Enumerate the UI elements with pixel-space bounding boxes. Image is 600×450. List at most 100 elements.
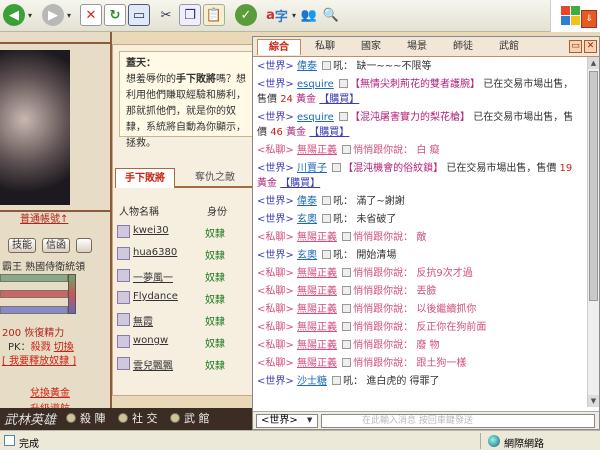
message-user[interactable]: esquire [297,112,334,123]
message-user[interactable]: 沙士糖 [297,376,327,387]
tab-enemies[interactable]: 奪仇之敵 [185,168,245,188]
user-menu-icon[interactable] [342,286,352,295]
close-icon[interactable]: ✕ [584,40,597,53]
message-channel: <私聊> [257,286,294,297]
user-menu-icon[interactable] [322,61,332,70]
refresh-icon[interactable]: ↻ [104,4,126,26]
chat-scrollbar[interactable]: ▲ ▼ [587,57,599,407]
user-menu-icon[interactable] [332,376,342,385]
buy-link[interactable]: 【購買】 [319,94,359,105]
message-user[interactable]: 無陽正義 [297,286,337,297]
message-user[interactable]: 玄奧 [297,250,317,261]
back-dropdown-icon[interactable]: ▾ [25,4,35,26]
message-item[interactable]: 【混沌機會的俗紋鎖】 [343,163,443,174]
list-item[interactable]: 雲兒飄飄 奴隸 [117,355,263,375]
message-user[interactable]: 無陽正義 [297,268,337,279]
stop-icon[interactable]: ✕ [80,4,102,26]
user-menu-icon[interactable] [322,196,332,205]
tab-guild[interactable]: 武館 [487,39,531,55]
skill-button[interactable]: 技能 [8,238,36,253]
list-item[interactable]: wongw 奴隸 [117,333,263,353]
user-menu-icon[interactable] [342,358,352,367]
user-menu-icon[interactable] [339,112,349,121]
message-channel: <私聊> [257,145,294,156]
scroll-up-icon[interactable]: ▲ [588,57,599,69]
zone-text: 網際網路 [504,439,544,450]
list-item[interactable]: kwei30 奴隸 [117,223,263,243]
user-menu-icon[interactable] [342,340,352,349]
message-user[interactable]: 玄奧 [297,214,317,225]
release-slave-link[interactable]: [ 我要釋放奴隸 ] [2,352,76,367]
person-icon [117,335,130,348]
chat-message: <世界> 偉泰 吼： 缺一~~~不限等 [257,59,583,74]
notice-text: 想羞辱你的手下敗將嗎？想利用他們賺取經驗和勝利，那就抓他們，就是你的奴隸，系統將… [126,74,246,149]
translate-icon[interactable]: a字 [264,4,290,26]
exchange-gold-link[interactable]: 兌換黃金 [30,384,70,399]
user-menu-icon[interactable] [322,214,332,223]
account-link[interactable]: 普通帳號↑ [20,210,68,225]
paste-icon[interactable]: 📋 [203,4,225,26]
message-user[interactable]: 偉泰 [297,196,317,207]
user-menu-icon[interactable] [342,304,352,313]
message-item[interactable]: 【混沌屠害實力的梨花槍】 [350,112,470,123]
user-menu-icon[interactable] [332,163,342,172]
buy-link[interactable]: 【購買】 [309,127,349,138]
user-menu-icon[interactable] [342,322,352,331]
message-user[interactable]: 無陽正義 [297,304,337,315]
message-channel: <世界> [257,61,294,72]
buy-link[interactable]: 【購買】 [280,178,320,189]
message-user[interactable]: esquire [297,79,334,90]
list-item[interactable]: 一夢風一 奴隸 [117,267,263,287]
tab-general[interactable]: 綜合 [257,39,301,55]
copy-icon[interactable]: ❐ [179,4,201,26]
messenger-icon[interactable]: 👥 [298,4,320,26]
person-icon [117,247,130,260]
channel-dropdown-icon[interactable]: ▼ [307,416,312,424]
message-channel: <世界> [257,250,294,261]
message-item[interactable]: 【無情尖刺荊花的雙者護腕】 [350,79,480,90]
minimize-icon[interactable]: ▭ [569,40,582,53]
list-item[interactable]: Flydance 奴隸 [117,289,263,309]
circle-icon [66,413,76,423]
message-input[interactable]: 在此輸入消息 按回車鍵發送 [321,414,595,428]
tab-scene[interactable]: 場景 [395,39,439,55]
tab-master[interactable]: 師徒 [441,39,485,55]
user-menu-icon[interactable] [339,79,349,88]
message-user[interactable]: 無陽正義 [297,322,337,333]
scroll-down-icon[interactable]: ▼ [588,395,599,407]
cut-icon[interactable]: ✂ [155,4,177,26]
chat-message: <私聊> 無陽正義 悄悄跟你說： 反抗9次才過 [257,266,583,281]
download-arrow-icon[interactable]: ⇓ [581,10,597,28]
person-icon [117,357,130,370]
user-menu-icon[interactable] [342,232,352,241]
message-user[interactable]: 無陽正義 [297,145,337,156]
message-user[interactable]: 無陽正義 [297,340,337,351]
globe-icon[interactable]: ✓ [235,4,257,26]
list-item[interactable]: hua6380 奴隸 [117,245,263,265]
slave-panel: 蓋天： 想羞辱你的手下敗將嗎？想利用他們賺取經驗和勝利，那就抓他們，就是你的奴隸… [112,44,262,396]
menu-battle[interactable]: 殺 陣 [66,411,106,427]
list-item[interactable]: 無霞 奴隸 [117,311,263,331]
mail-button[interactable]: 信函 [42,238,70,253]
message-user[interactable]: 無陽正義 [297,358,337,369]
message-user[interactable]: 偉泰 [297,61,317,72]
message-user[interactable]: 川賈子 [297,163,327,174]
bar-end-icon [68,274,76,314]
scroll-thumb[interactable] [589,71,598,301]
menu-social[interactable]: 社 交 [118,411,158,427]
forward-icon[interactable]: ▶ [42,4,64,26]
extra-button[interactable] [76,238,92,253]
tab-private[interactable]: 私聊 [303,39,347,55]
window-icon[interactable]: ▭ [128,4,150,26]
user-menu-icon[interactable] [342,145,352,154]
tab-defeated[interactable]: 手下敗將 [115,168,175,188]
forward-dropdown-icon[interactable]: ▾ [64,4,74,26]
chat-input-bar: <世界> ▼ 在此輸入消息 按回車鍵發送 [253,411,599,429]
menu-guild[interactable]: 武 館 [170,411,210,427]
search-icon[interactable]: 🔍 [320,4,342,26]
tab-country[interactable]: 國家 [349,39,393,55]
user-menu-icon[interactable] [322,250,332,259]
message-user[interactable]: 無陽正義 [297,232,337,243]
back-icon[interactable]: ◀ [3,4,25,26]
user-menu-icon[interactable] [342,268,352,277]
